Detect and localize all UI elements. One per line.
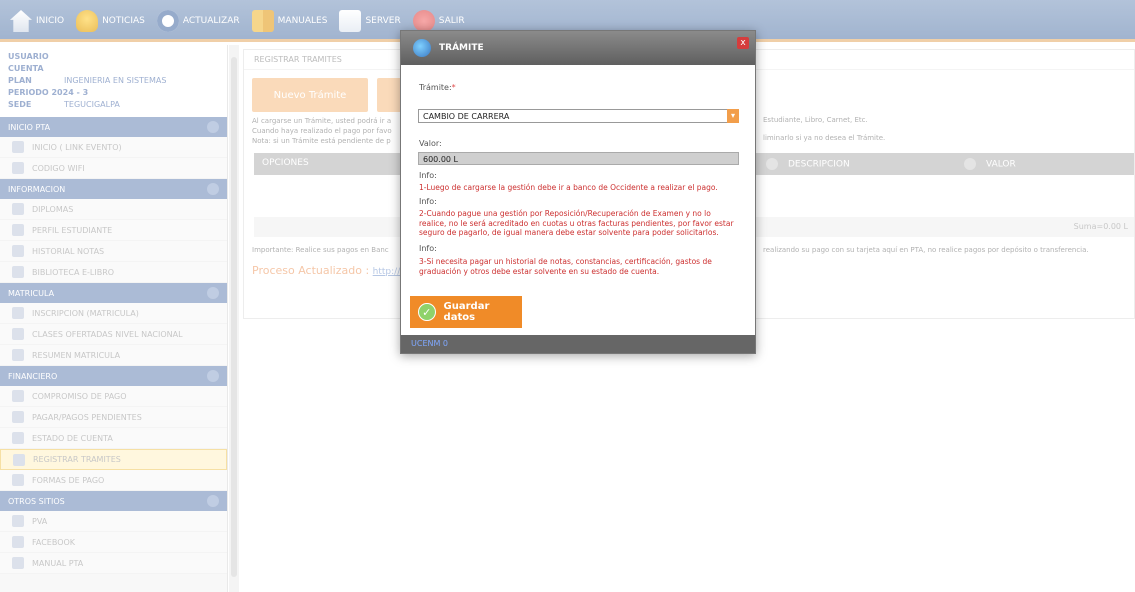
check-icon: ✓ bbox=[418, 303, 436, 321]
info-label-2: Info: bbox=[419, 197, 437, 206]
tramite-icon bbox=[413, 39, 431, 57]
chevron-down-icon[interactable]: ▾ bbox=[727, 109, 739, 123]
info-label-1: Info: bbox=[419, 171, 437, 180]
valor-label: Valor: bbox=[419, 139, 442, 148]
info-text-2: 2-Cuando pague una gestión por Reposició… bbox=[419, 209, 734, 237]
tramite-label: Trámite:* bbox=[419, 83, 456, 92]
info-text-1: 1-Luego de cargarse la gestión debe ir a… bbox=[419, 183, 718, 192]
tramite-select[interactable]: CAMBIO DE CARRERA ▾ bbox=[418, 109, 739, 123]
info-text-3: 3-Si necesita pagar un historial de nota… bbox=[419, 257, 712, 276]
save-button[interactable]: ✓ Guardar datos bbox=[410, 296, 522, 328]
valor-field: 600.00 L bbox=[418, 152, 739, 165]
tramite-modal: TRÁMITE x Trámite:* CAMBIO DE CARRERA ▾ V… bbox=[400, 30, 756, 354]
close-icon[interactable]: x bbox=[737, 37, 749, 49]
modal-header: TRÁMITE bbox=[401, 31, 755, 65]
info-label-3: Info: bbox=[419, 244, 437, 253]
modal-footer: UCENM 0 bbox=[401, 335, 755, 353]
